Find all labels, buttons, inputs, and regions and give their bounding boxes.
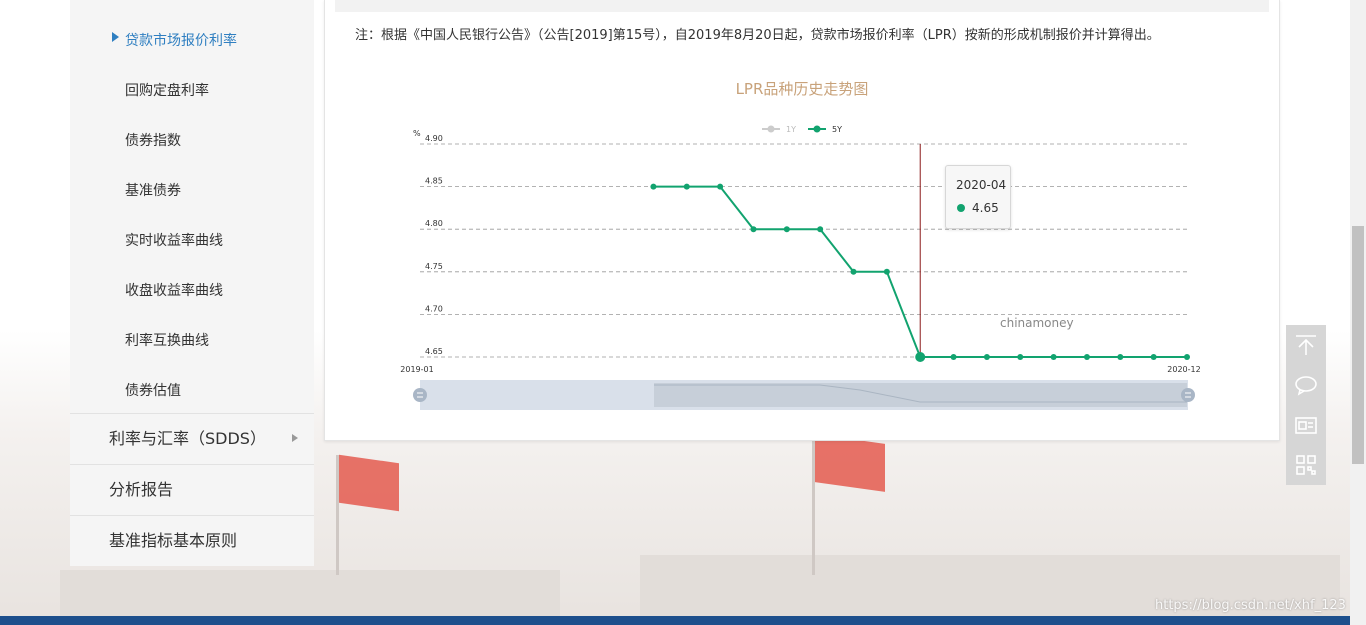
legend-marker [767,125,775,133]
data-point [915,352,926,362]
legend-marker [813,125,821,133]
zoom-selected-range [654,383,1187,407]
tooltip-series-dot [957,204,965,212]
chart-tooltip: 2020-04 4.65 [945,165,1011,229]
data-point [1117,354,1124,360]
data-point [650,183,657,190]
data-point [717,183,724,190]
scrollbar-thumb[interactable] [1352,226,1364,464]
y-tick-label: 4.70 [425,304,443,313]
chart-series[interactable]: chinamoney [650,144,1190,362]
y-tick-label: 4.80 [425,219,443,228]
data-point [883,268,890,275]
floating-toolbar [1286,325,1326,485]
y-tick-label: 4.85 [425,177,443,186]
data-point [750,226,757,233]
x-tick-label: 2020-12 [1167,365,1200,374]
data-point [850,268,857,275]
data-point [1083,354,1090,360]
data-point [1050,354,1057,360]
data-point [1184,354,1190,360]
y-tick-label: 4.65 [425,347,443,356]
tooltip-value: 4.65 [972,201,999,215]
y-tick-label: 4.90 [425,134,443,143]
lpr-line-chart: 1Y 5Y 4.654.704.754.804.854.90% 2019-01 20… [400,125,1201,410]
x-tick-label: 2019-01 [400,365,433,374]
y-axis-labels: 4.65 4.70 4.75 4.80 4.85 4.90% [413,129,443,356]
zoom-handle-icon [413,388,427,402]
page-scrollbar[interactable] [1350,0,1366,625]
y-tick-label: 4.75 [425,262,443,271]
legend-label: 5Y [832,125,842,134]
chart-legend[interactable]: 1Y 5Y [762,125,842,134]
data-point [1150,354,1157,360]
chat-icon[interactable] [1286,365,1326,405]
footer-bar [0,616,1350,625]
data-point [683,183,690,190]
data-point [817,226,824,233]
zoom-handle-icon [1181,388,1195,402]
back-to-top-icon[interactable] [1286,325,1326,365]
data-point [950,354,957,360]
chart-watermark: chinamoney [1000,316,1074,330]
data-point [783,226,790,233]
feedback-icon[interactable] [1286,405,1326,445]
qrcode-icon[interactable] [1286,445,1326,485]
x-axis-labels: 2019-01 2020-12 [400,365,1200,374]
tooltip-date: 2020-04 [956,178,1007,192]
y-axis-unit: % [413,129,421,138]
data-zoom-slider[interactable] [413,380,1195,410]
url-watermark: https://blog.csdn.net/xhf_123 [1155,598,1346,613]
legend-label: 1Y [786,125,796,134]
data-point [1017,354,1024,360]
data-point [983,354,990,360]
